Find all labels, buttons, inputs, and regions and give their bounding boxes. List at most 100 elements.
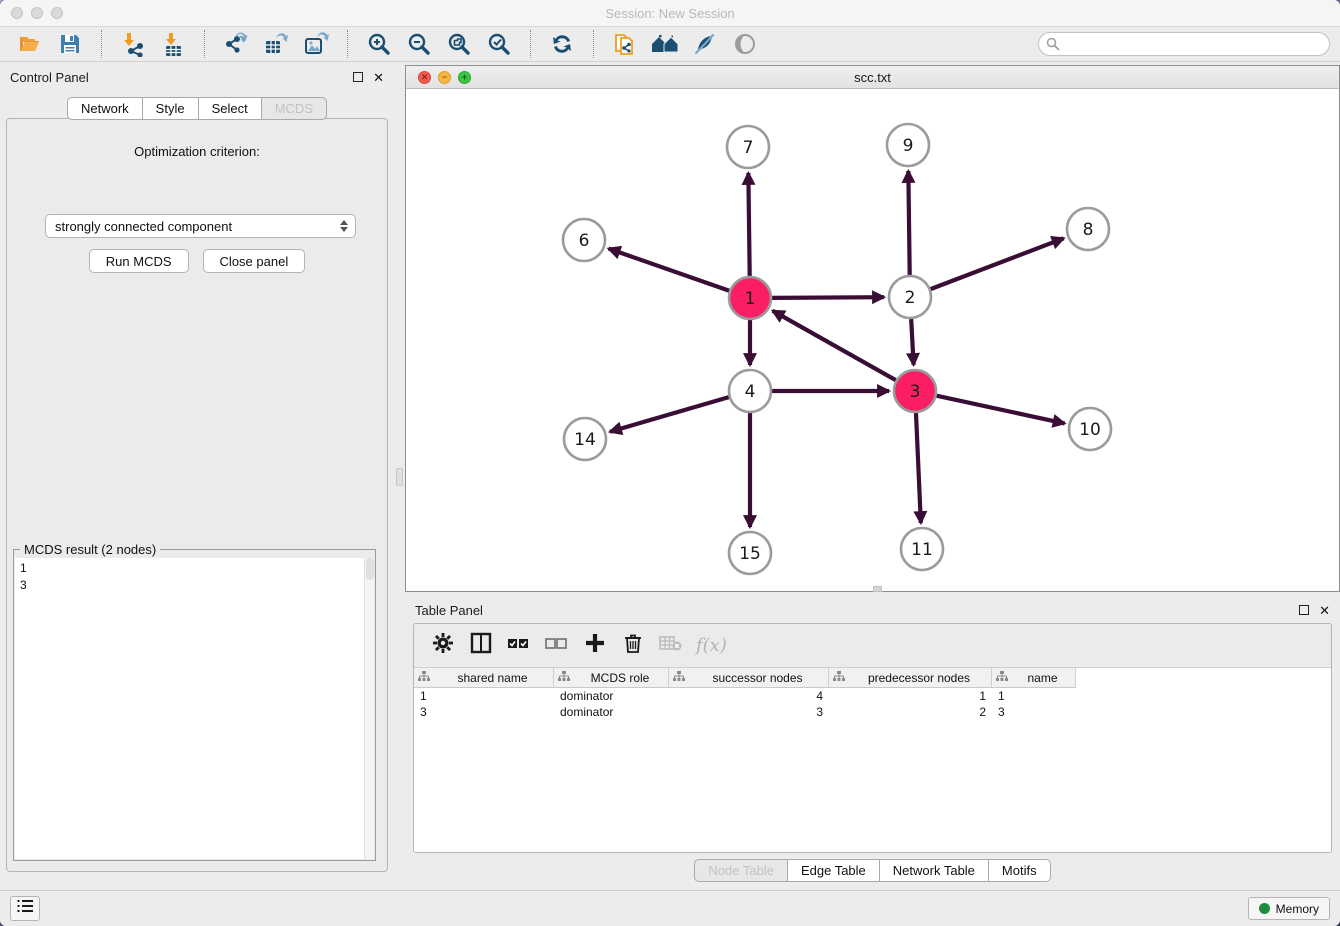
create-column-button[interactable] (580, 631, 610, 661)
clone-network-button[interactable] (610, 29, 640, 59)
select-all-button[interactable] (504, 631, 534, 661)
tab-network-table[interactable]: Network Table (880, 859, 989, 882)
network-overview-button[interactable] (650, 29, 680, 59)
optimization-criterion-select[interactable]: strongly connected component (45, 214, 356, 238)
table-cell[interactable]: 4 (669, 688, 829, 704)
table-cell[interactable]: 2 (829, 704, 992, 720)
export-table-button[interactable] (261, 29, 291, 59)
column-header-shared-name[interactable]: shared name (414, 668, 554, 688)
mcds-result-text[interactable]: 1 3 (15, 558, 374, 859)
close-panel-icon[interactable]: ✕ (373, 71, 384, 84)
graph-edge-3-11[interactable] (916, 413, 921, 523)
table-cell[interactable]: dominator (554, 704, 669, 720)
export-network-button[interactable] (221, 29, 251, 59)
tab-edge-table[interactable]: Edge Table (788, 859, 880, 882)
column-header-predecessor-nodes[interactable]: predecessor nodes (829, 668, 992, 688)
network-zoom-button[interactable]: + (458, 71, 471, 84)
plus-icon (584, 632, 606, 659)
app-title: Session: New Session (0, 6, 1340, 21)
graph-node-10[interactable]: 10 (1069, 408, 1111, 450)
delete-column-button[interactable] (618, 631, 648, 661)
panel-splitter-handle[interactable] (396, 468, 403, 486)
show-column-button[interactable] (466, 631, 496, 661)
table-cell[interactable]: 1 (829, 688, 992, 704)
save-session-button[interactable] (55, 29, 85, 59)
table-settings-button[interactable] (428, 631, 458, 661)
float-panel-icon[interactable] (1299, 605, 1309, 615)
import-table-button[interactable] (158, 29, 188, 59)
graph-edge-2-3[interactable] (911, 319, 913, 365)
tab-motifs[interactable]: Motifs (989, 859, 1051, 882)
zoom-selected-button[interactable] (484, 29, 514, 59)
graph-node-label: 11 (911, 540, 933, 560)
table-cell[interactable]: 3 (992, 704, 1076, 720)
control-panel-title: Control Panel (10, 70, 89, 85)
network-canvas[interactable]: 7 9 6 8 1 2 4 3 14 10 15 11 (406, 89, 1339, 591)
graph-node-6[interactable]: 6 (563, 219, 605, 261)
export-image-button[interactable] (301, 29, 331, 59)
tab-mcds[interactable]: MCDS (262, 97, 327, 120)
column-header-name[interactable]: name (992, 668, 1076, 688)
graph-node-4[interactable]: 4 (729, 370, 771, 412)
graph-edge-2-9[interactable] (908, 171, 909, 275)
graph-node-label: 4 (745, 382, 756, 402)
task-history-button[interactable] (10, 896, 40, 921)
memory-button[interactable]: Memory (1248, 897, 1330, 920)
optimization-criterion-label: Optimization criterion: (7, 144, 387, 159)
close-panel-button[interactable]: Close panel (203, 249, 306, 273)
float-panel-icon[interactable] (353, 72, 363, 82)
graph-edge-4-14[interactable] (610, 397, 729, 432)
table-row[interactable]: 3dominator323 (414, 704, 1331, 720)
graph-node-7[interactable]: 7 (727, 126, 769, 168)
zoom-in-button[interactable] (364, 29, 394, 59)
network-close-button[interactable]: ✕ (418, 71, 431, 84)
column-header-MCDS-role[interactable]: MCDS role (554, 668, 669, 688)
graph-node-3[interactable]: 3 (894, 370, 936, 412)
graph-node-14[interactable]: 14 (564, 418, 606, 460)
table-cell[interactable]: 3 (669, 704, 829, 720)
zoom-out-button[interactable] (404, 29, 434, 59)
delete-table-button[interactable] (656, 631, 686, 661)
table-delete-icon (659, 633, 683, 658)
refresh-button[interactable] (547, 29, 577, 59)
deselect-all-button[interactable] (542, 631, 572, 661)
graph-node-15[interactable]: 15 (729, 532, 771, 574)
table-cell[interactable]: 1 (414, 688, 554, 704)
close-panel-icon[interactable]: ✕ (1319, 604, 1330, 617)
zoom-fit-button[interactable] (444, 29, 474, 59)
column-header-successor-nodes[interactable]: successor nodes (669, 668, 829, 688)
graph-edge-1-6[interactable] (609, 249, 730, 291)
search-input[interactable] (1038, 32, 1330, 56)
graph-node-9[interactable]: 9 (887, 124, 929, 166)
import-network-button[interactable] (118, 29, 148, 59)
tab-style[interactable]: Style (143, 97, 199, 120)
graph-edge-1-2[interactable] (772, 297, 884, 298)
graph-node-2[interactable]: 2 (889, 276, 931, 318)
graph-node-8[interactable]: 8 (1067, 208, 1109, 250)
graph-edge-2-8[interactable] (931, 238, 1064, 289)
result-scrollbar[interactable] (364, 558, 374, 859)
table-cell[interactable]: dominator (554, 688, 669, 704)
graph-edge-1-7[interactable] (748, 173, 749, 276)
hide-graphics-button[interactable] (690, 29, 720, 59)
table-cell[interactable]: 1 (992, 688, 1076, 704)
result-line: 3 (20, 577, 369, 594)
table-row[interactable]: 1dominator411 (414, 688, 1331, 704)
graph-edge-3-10[interactable] (936, 396, 1064, 424)
table-cell[interactable]: 3 (414, 704, 554, 720)
tab-network[interactable]: Network (67, 97, 143, 120)
control-panel-header: Control Panel ✕ (0, 62, 394, 92)
network-minimize-button[interactable]: − (438, 71, 451, 84)
network-resize-handle[interactable] (873, 586, 882, 592)
open-session-button[interactable] (15, 29, 45, 59)
graph-node-label: 14 (574, 430, 596, 450)
graph-edge-3-1[interactable] (773, 311, 896, 380)
tab-node-table[interactable]: Node Table (694, 859, 788, 882)
save-disk-icon (57, 31, 83, 57)
function-builder-button[interactable]: f(x) (696, 635, 727, 656)
graph-node-1[interactable]: 1 (729, 277, 771, 319)
run-mcds-button[interactable]: Run MCDS (89, 249, 189, 273)
tab-select[interactable]: Select (199, 97, 262, 120)
graph-node-11[interactable]: 11 (901, 528, 943, 570)
show-hide-panel-button[interactable] (730, 29, 760, 59)
